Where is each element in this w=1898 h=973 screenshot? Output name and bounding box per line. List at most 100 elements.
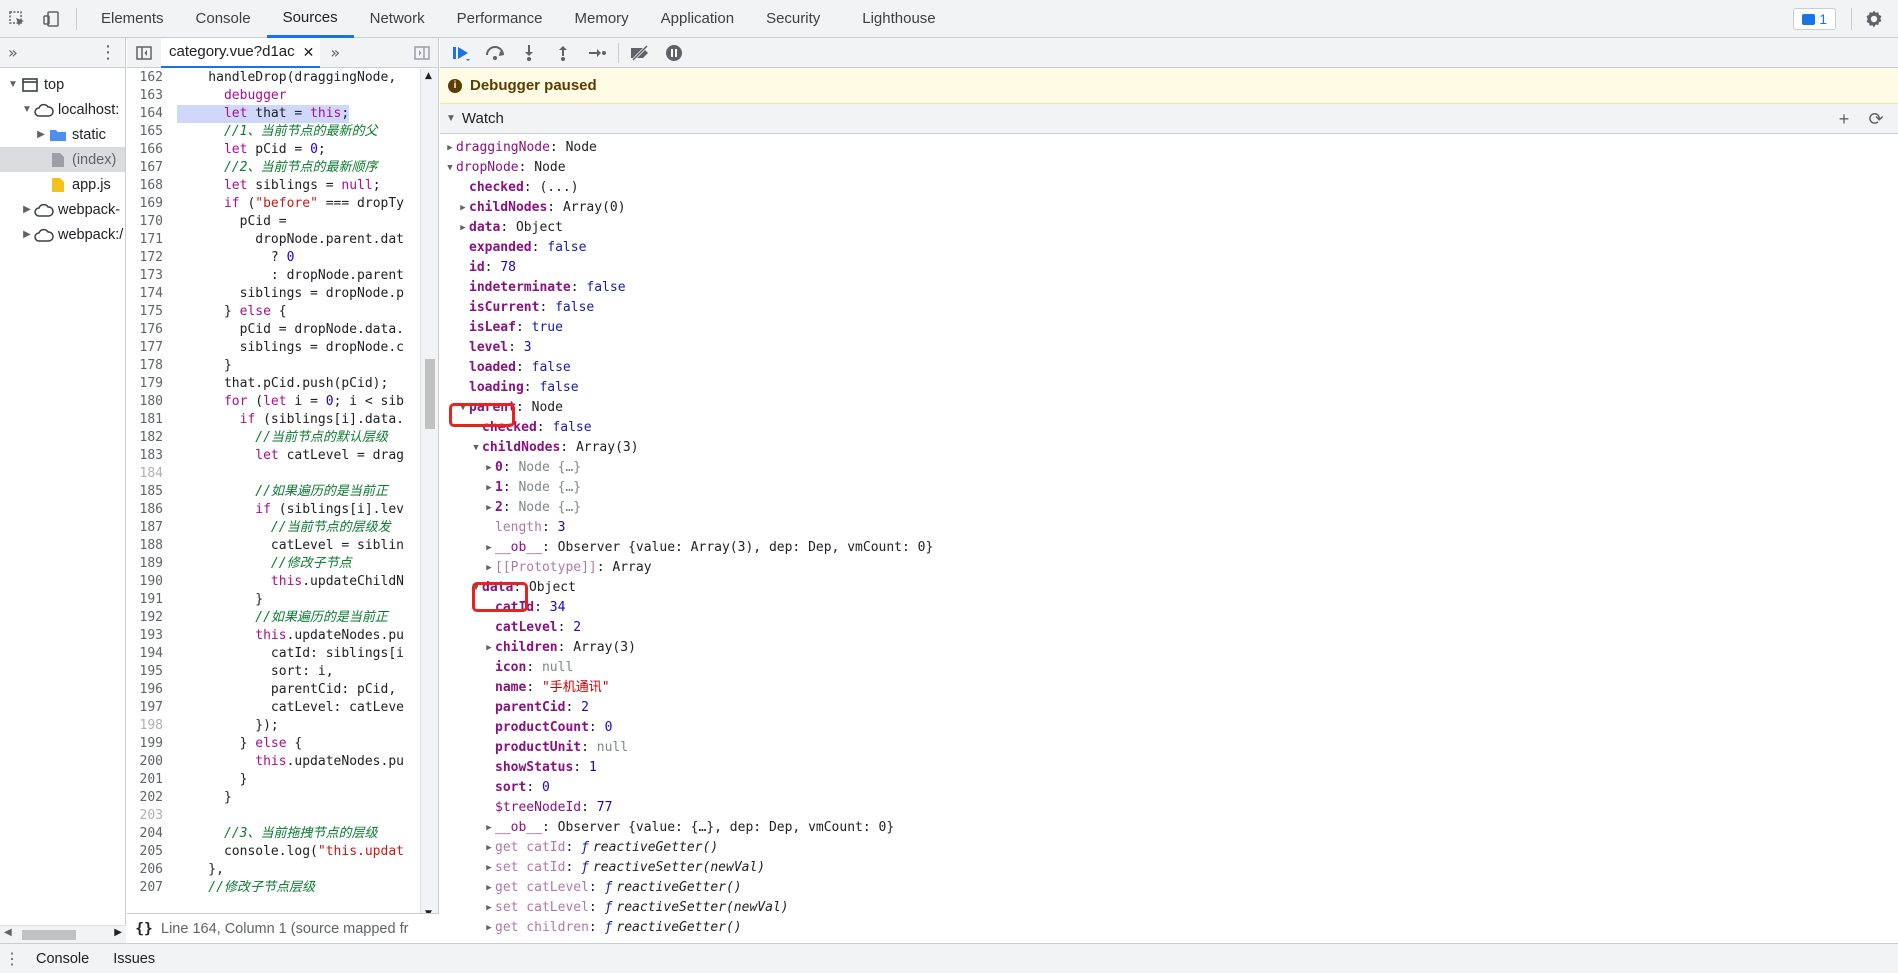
expand-triangle-icon[interactable]: ▶: [483, 818, 495, 838]
scroll-left-icon[interactable]: ◀: [4, 927, 12, 938]
step-out-icon[interactable]: [550, 41, 576, 65]
line-number[interactable]: 196: [127, 681, 177, 699]
line-number[interactable]: 197: [127, 699, 177, 717]
code-line[interactable]: 174 siblings = dropNode.p: [127, 285, 439, 303]
tab-network[interactable]: Network: [354, 0, 441, 38]
code-line[interactable]: 175 } else {: [127, 303, 439, 321]
expand-triangle-icon[interactable]: ▶: [483, 898, 495, 918]
tab-sources[interactable]: Sources: [266, 0, 354, 38]
code-line[interactable]: 166 let pCid = 0;: [127, 141, 439, 159]
line-number[interactable]: 179: [127, 375, 177, 393]
watch-property-row[interactable]: ▶ set catLevel: ƒ reactiveSetter(newVal): [440, 898, 1898, 918]
expand-triangle-icon[interactable]: ▶: [34, 129, 48, 140]
line-number[interactable]: 199: [127, 735, 177, 753]
watch-property-row[interactable]: productCount: 0: [440, 718, 1898, 738]
tree-item[interactable]: app.js: [0, 172, 125, 197]
pause-on-exceptions-icon[interactable]: [661, 41, 687, 65]
expand-triangle-icon[interactable]: ▶: [483, 858, 495, 878]
code-line[interactable]: 202 }: [127, 789, 439, 807]
code-line[interactable]: 178 }: [127, 357, 439, 375]
expand-triangle-icon[interactable]: ▶: [457, 198, 469, 218]
watch-section-header[interactable]: ▼ Watch + ⟳: [440, 104, 1898, 134]
resume-icon[interactable]: [448, 41, 474, 65]
expand-triangle-icon[interactable]: ▶: [20, 229, 34, 240]
code-line[interactable]: 189 //修改子节点: [127, 555, 439, 573]
expand-triangle-icon[interactable]: ▶: [483, 478, 495, 498]
code-line[interactable]: 206 },: [127, 861, 439, 879]
line-number[interactable]: 205: [127, 843, 177, 861]
drawer-menu-icon[interactable]: ⋮: [0, 949, 24, 969]
code-line[interactable]: 193 this.updateNodes.pu: [127, 627, 439, 645]
line-number[interactable]: 195: [127, 663, 177, 681]
line-number[interactable]: 172: [127, 249, 177, 267]
navigator-horizontal-scrollbar[interactable]: ◀ ▶: [0, 925, 126, 943]
expand-triangle-icon[interactable]: ▶: [483, 538, 495, 558]
tab-performance[interactable]: Performance: [441, 0, 559, 38]
watch-property-row[interactable]: ▶ get catLevel: ƒ reactiveGetter(): [440, 878, 1898, 898]
code-line[interactable]: 177 siblings = dropNode.c: [127, 339, 439, 357]
watch-property-row[interactable]: $treeNodeId: 77: [440, 798, 1898, 818]
code-line[interactable]: 192 //如果遍历的是当前正: [127, 609, 439, 627]
code-line[interactable]: 173 : dropNode.parent: [127, 267, 439, 285]
watch-property-row[interactable]: isCurrent: false: [440, 298, 1898, 318]
line-number[interactable]: 166: [127, 141, 177, 159]
watch-property-row[interactable]: checked: false: [440, 418, 1898, 438]
tab-security[interactable]: Security: [750, 0, 836, 38]
add-watch-icon[interactable]: +: [1834, 109, 1854, 129]
drawer-tab-console[interactable]: Console: [24, 951, 101, 967]
expand-triangle-icon[interactable]: ▶: [483, 638, 495, 658]
expand-triangle-icon[interactable]: ▶: [483, 498, 495, 518]
line-number[interactable]: 207: [127, 879, 177, 897]
tab-elements[interactable]: Elements: [85, 0, 180, 38]
watch-property-row[interactable]: sort: 0: [440, 778, 1898, 798]
tab-memory[interactable]: Memory: [559, 0, 645, 38]
expand-triangle-icon[interactable]: ▶: [483, 878, 495, 898]
line-number[interactable]: 182: [127, 429, 177, 447]
line-number[interactable]: 184: [127, 465, 177, 483]
code-line[interactable]: 179 that.pCid.push(pCid);: [127, 375, 439, 393]
watch-property-row[interactable]: ▶ [[Prototype]]: Array: [440, 558, 1898, 578]
line-number[interactable]: 187: [127, 519, 177, 537]
line-number[interactable]: 189: [127, 555, 177, 573]
line-number[interactable]: 174: [127, 285, 177, 303]
code-line[interactable]: 187 //当前节点的层级发: [127, 519, 439, 537]
watch-property-row[interactable]: ▼ childNodes: Array(3): [440, 438, 1898, 458]
tab-lighthouse[interactable]: Lighthouse: [846, 0, 951, 38]
watch-property-row[interactable]: icon: null: [440, 658, 1898, 678]
more-tabs-chevron-icon[interactable]: »: [8, 43, 18, 62]
code-line[interactable]: 163 debugger: [127, 87, 439, 105]
watch-property-row[interactable]: ▶ draggingNode: Node: [440, 138, 1898, 158]
code-line[interactable]: 191 }: [127, 591, 439, 609]
code-line[interactable]: 200 this.updateNodes.pu: [127, 753, 439, 771]
expand-triangle-icon[interactable]: ▼: [6, 79, 20, 90]
tree-item[interactable]: ▶ static: [0, 122, 125, 147]
toggle-debugger-icon[interactable]: [414, 46, 430, 64]
line-number[interactable]: 203: [127, 807, 177, 825]
code-line[interactable]: 165 //1、当前节点的最新的父: [127, 123, 439, 141]
code-line[interactable]: 164 let that = this;: [127, 105, 439, 123]
line-number[interactable]: 169: [127, 195, 177, 213]
watch-property-row[interactable]: ▶ get catId: ƒ reactiveGetter(): [440, 838, 1898, 858]
code-line[interactable]: 185 //如果遍历的是当前正: [127, 483, 439, 501]
scroll-up-icon[interactable]: ▲: [425, 71, 432, 81]
watch-property-row[interactable]: parentCid: 2: [440, 698, 1898, 718]
expand-triangle-icon[interactable]: ▶: [483, 838, 495, 858]
code-line[interactable]: 194 catId: siblings[i: [127, 645, 439, 663]
line-number[interactable]: 164: [127, 105, 177, 123]
line-number[interactable]: 177: [127, 339, 177, 357]
device-toolbar-icon[interactable]: [34, 0, 68, 38]
tree-item[interactable]: (index): [0, 147, 125, 172]
editor-file-tab[interactable]: category.vue?d1ac ✕: [161, 37, 321, 68]
line-number[interactable]: 163: [127, 87, 177, 105]
code-line[interactable]: 198 });: [127, 717, 439, 735]
code-line[interactable]: 170 pCid =: [127, 213, 439, 231]
watch-property-row[interactable]: ▶ 0: Node {…}: [440, 458, 1898, 478]
line-number[interactable]: 201: [127, 771, 177, 789]
line-number[interactable]: 171: [127, 231, 177, 249]
code-line[interactable]: 201 }: [127, 771, 439, 789]
tree-item[interactable]: ▶ webpack-: [0, 197, 125, 222]
collapse-triangle-icon[interactable]: ▼: [446, 113, 456, 124]
watch-property-row[interactable]: id: 78: [440, 258, 1898, 278]
refresh-icon[interactable]: ⟳: [1866, 109, 1886, 129]
expand-triangle-icon[interactable]: ▶: [444, 138, 456, 158]
